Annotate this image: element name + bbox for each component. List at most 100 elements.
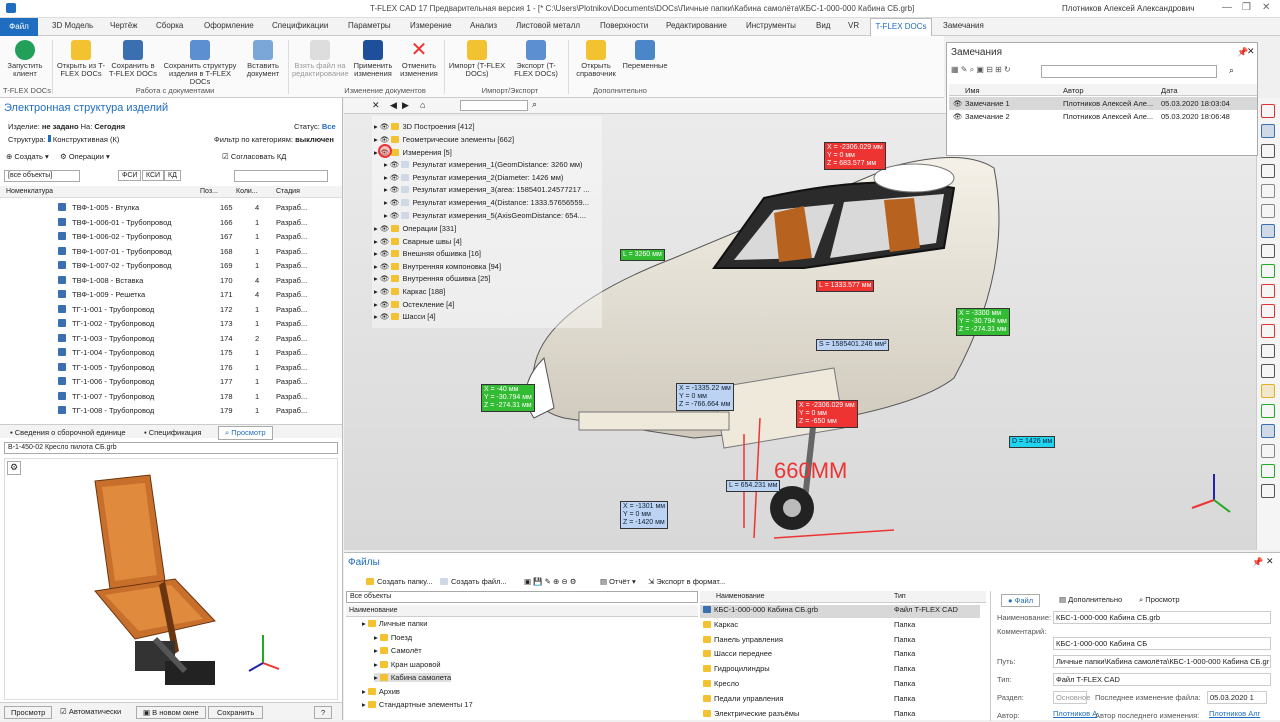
remarks-search-input[interactable]	[1041, 65, 1217, 78]
model-tree-item[interactable]: ▸ 👁 Сварные швы [4]	[374, 237, 462, 246]
create-folder-button[interactable]: Создать папку...	[366, 577, 433, 586]
operations-button[interactable]: ⚙ Операции ▾	[60, 152, 110, 161]
files-list-row[interactable]: Гидроцилиндры Папка	[700, 664, 980, 677]
model-tree-item[interactable]: ▸ 👁 Результат измерения_2(Diameter: 1426…	[384, 173, 563, 182]
model-tree-item[interactable]: ▸ 👁 Внутренняя компоновка [94]	[374, 262, 501, 271]
structure-row[interactable]: ТВФ-1-006-02 - Трубопровод 167 1 Разраб...	[0, 229, 342, 243]
structure-row[interactable]: ТГ-1-006 - Трубопровод 177 1 Разраб...	[0, 374, 342, 388]
toolbar-tool-icon[interactable]	[1261, 124, 1275, 138]
files-tree-item[interactable]: ▸ Самолёт	[374, 646, 422, 655]
menu-tools[interactable]: Инструменты	[746, 21, 796, 30]
apply-changes-button[interactable]: Применить изменения	[350, 40, 396, 78]
files-tree-item[interactable]: ▸ Архив	[362, 687, 400, 696]
preview-file-select[interactable]: В-1-450-02 Кресло пилота СБ.grb	[4, 442, 338, 454]
tab-assembly-info[interactable]: ▪ Сведения о сборочной единице	[10, 428, 126, 437]
files-tree-item[interactable]: ▸ Стандартные элементы 17	[362, 700, 473, 709]
search-icon[interactable]: ⌕	[532, 99, 537, 110]
files-list-row[interactable]: Каркас Папка	[700, 620, 980, 633]
measure-tag-area[interactable]: S = 1585401.246 мм²	[816, 339, 890, 351]
measure-tag-length-654[interactable]: L = 654.231 мм	[726, 480, 781, 492]
files-filter-select[interactable]: Все объекты	[346, 591, 698, 603]
kd-button[interactable]: КД	[164, 170, 181, 181]
maximize-icon[interactable]: ❐	[1242, 2, 1251, 13]
last-change-field[interactable]: 05.03.2020 1	[1207, 691, 1267, 704]
structure-row[interactable]: ТГ-1-004 - Трубопровод 175 1 Разраб...	[0, 345, 342, 359]
structure-row[interactable]: ТГ-1-008 - Трубопровод 179 1 Разраб...	[0, 403, 342, 417]
measure-tag-coords-mid[interactable]: X = -1335.22 мм Y = 0 мм Z = -766.664 мм	[676, 383, 734, 411]
menu-assembly[interactable]: Сборка	[156, 21, 183, 30]
toolbar-tool-icon[interactable]	[1261, 244, 1275, 258]
menu-view[interactable]: Вид	[816, 21, 830, 30]
status-value[interactable]: Все	[322, 122, 336, 131]
toolbar-tool-icon[interactable]	[1261, 304, 1275, 318]
menu-measure[interactable]: Измерение	[410, 21, 452, 30]
search-input[interactable]	[234, 170, 328, 182]
save-to-docs-button[interactable]: Сохранить в T-FLEX DOCs	[108, 40, 158, 78]
import-button[interactable]: Импорт (T-FLEX DOCs)	[448, 40, 506, 78]
structure-row[interactable]: ТГ-1-007 - Трубопровод 178 1 Разраб...	[0, 389, 342, 403]
tree-header[interactable]: Наименование	[346, 605, 698, 617]
remarks-toolbar[interactable]: ▦ ✎ ⌕ ▣ ⊟ ⊞ ↻	[951, 65, 1041, 79]
3d-viewport[interactable]: ✕ ◀ ▶ ⌂ ⌕ 660ММ ▸ 👁 3D Построения [412] ▸…	[344, 98, 1256, 550]
measure-tag-length-3260[interactable]: L = 3260 мм	[620, 249, 665, 261]
toolbar-tool-icon[interactable]	[1261, 184, 1275, 198]
menu-tflex-docs[interactable]: T-FLEX DOCs	[870, 18, 932, 36]
toolbar-tool-icon[interactable]	[1261, 324, 1275, 338]
menu-sheet-metal[interactable]: Листовой металл	[516, 21, 580, 30]
toolbar-tool-icon[interactable]	[1261, 224, 1275, 238]
export-button[interactable]: Экспорт (T-FLEX DOCs)	[508, 40, 564, 78]
name-field[interactable]: КБС-1-000-000 Кабина СБ.grb	[1053, 611, 1271, 624]
tab-file[interactable]: ● Файл	[1001, 594, 1041, 607]
files-tree-item[interactable]: ▸ Поезд	[374, 633, 412, 642]
open-from-docs-button[interactable]: Открыть из T-FLEX DOCs	[56, 40, 106, 78]
save-structure-button[interactable]: Сохранить структуру изделия в T-FLEX DOC…	[160, 40, 240, 86]
insert-document-button[interactable]: Вставить документ	[242, 40, 284, 78]
structure-row[interactable]: ТВФ-1-007-01 - Трубопровод 168 1 Разраб...	[0, 244, 342, 258]
help-button[interactable]: ?	[314, 706, 333, 719]
preview-settings-icon[interactable]: ⚙	[7, 461, 21, 475]
model-tree-item[interactable]: ▸ 👁 3D Построения [412]	[374, 122, 475, 131]
open-reference-button[interactable]: Открыть справочник	[572, 40, 620, 78]
files-tree-item[interactable]: ▸ Личные папки	[362, 619, 427, 628]
measure-tag-diameter[interactable]: D = 1426 мм	[1009, 436, 1056, 448]
menu-3d-model[interactable]: 3D Модель	[52, 21, 93, 30]
structure-row[interactable]: ТГ-1-001 - Трубопровод 172 1 Разраб...	[0, 302, 342, 316]
model-tree-item[interactable]: ▸ 👁 Шасси [4]	[374, 312, 436, 321]
structure-row[interactable]: ТВФ-1-006-01 - Трубопровод 166 1 Разраб...	[0, 215, 342, 229]
menu-analysis[interactable]: Анализ	[470, 21, 497, 30]
model-tree-item[interactable]: ▸ 👁 Результат измерения_3(area: 1585401.…	[384, 185, 589, 194]
back-icon[interactable]: ◀	[390, 100, 397, 111]
checkout-button[interactable]: Взять файл на редактирование	[292, 40, 349, 78]
close-tree-icon[interactable]: ✕	[372, 100, 380, 111]
toolbar-tool-icon[interactable]	[1261, 264, 1275, 278]
close-icon[interactable]: ✕	[1262, 2, 1270, 13]
structure-value[interactable]: Конструктивная (К)	[53, 135, 120, 144]
structure-row[interactable]: ТВФ-1-008 - Вставка 170 4 Разраб...	[0, 273, 342, 287]
home-icon[interactable]: ⌂	[420, 100, 425, 110]
model-tree-item[interactable]: ▸ 👁 Внешняя обшивка [16]	[374, 249, 481, 258]
measure-tag-coords-top[interactable]: X = -2306.029 мм Y = 0 мм Z = 683.577 мм	[824, 142, 886, 170]
toolbar-tool-icon[interactable]	[1261, 404, 1275, 418]
menu-vr[interactable]: VR	[848, 21, 859, 30]
author-link[interactable]: Плотников А	[1053, 709, 1097, 718]
remark-row[interactable]: 👁 Замечание 2 Плотников Алексей Але... 05.…	[949, 110, 1257, 123]
tab-additional[interactable]: ▤ Дополнительно	[1059, 595, 1122, 604]
type-field[interactable]: Файл T-FLEX CAD	[1053, 673, 1271, 686]
structure-row[interactable]: ТГ-1-003 - Трубопровод 174 2 Разраб...	[0, 331, 342, 345]
path-field[interactable]: Личные папки\Кабина самолёта\КБС-1-000-0…	[1053, 655, 1271, 668]
files-list-row[interactable]: Шасси переднее Папка	[700, 649, 980, 662]
toolbar-tool-icon[interactable]	[1261, 284, 1275, 298]
files-pin-icon[interactable]: 📌	[1252, 557, 1263, 568]
agree-kd-button[interactable]: ☑ Согласовать КД	[222, 152, 286, 161]
toolbar-tool-icon[interactable]	[1261, 364, 1275, 378]
last-author-link[interactable]: Плотников Алг	[1209, 709, 1260, 718]
toolbar-tool-icon[interactable]	[1261, 484, 1275, 498]
files-list-row[interactable]: КБС-1-000-000 Кабина СБ.grb Файл T-FLEX C…	[700, 605, 980, 618]
toolbar-tool-icon[interactable]	[1261, 164, 1275, 178]
structure-row[interactable]: ТВФ-1-009 - Решетка 171 4 Разраб...	[0, 287, 342, 301]
menu-edit[interactable]: Редактирование	[666, 21, 727, 30]
structure-row[interactable]: ТВФ-1-005 - Втулка 165 4 Разраб...	[0, 200, 342, 214]
minimize-icon[interactable]: —	[1222, 2, 1232, 13]
preview-button[interactable]: Просмотр	[4, 706, 53, 719]
create-button[interactable]: ⊕ Создать ▾	[6, 152, 49, 161]
